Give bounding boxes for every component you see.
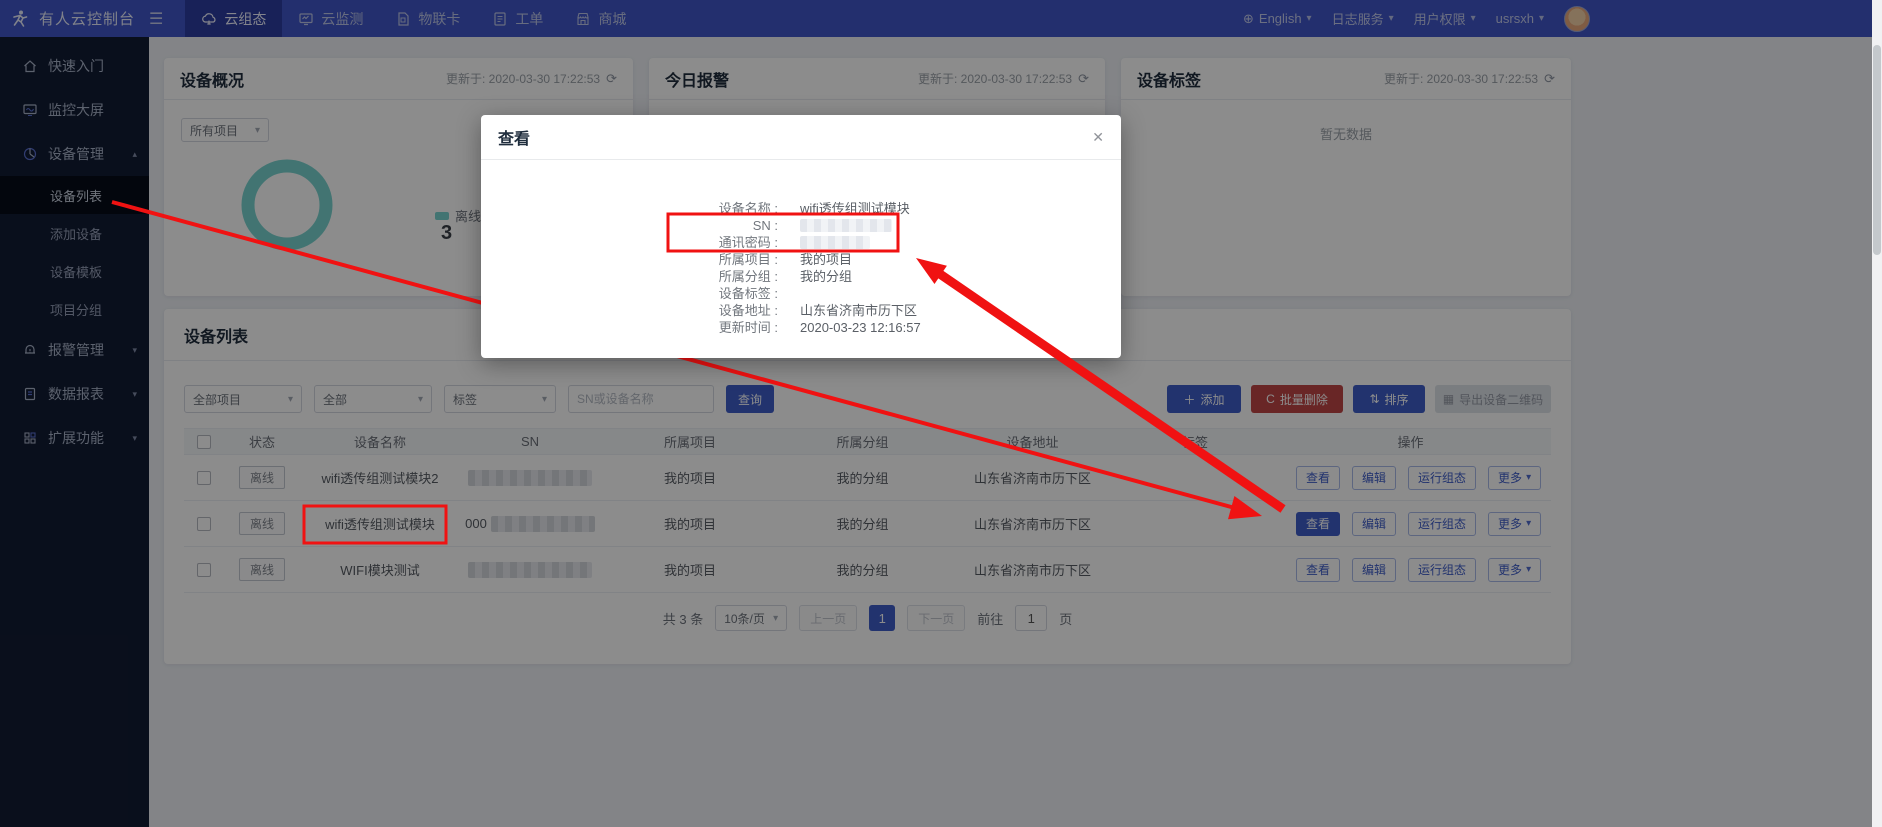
modal-title: 查看: [498, 125, 530, 149]
modal-header: 查看 ✕: [481, 115, 1121, 160]
field-value: 2020-03-23 12:16:57: [778, 319, 921, 336]
field-label: 更新时间 :: [481, 319, 778, 336]
field-row: 设备地址 : 山东省济南市历下区: [481, 302, 1121, 319]
close-icon[interactable]: ✕: [1092, 129, 1104, 146]
field-label: 所属分组 :: [481, 268, 778, 285]
field-value: [778, 285, 800, 302]
field-row: 设备名称 : wifi透传组测试模块: [481, 200, 1121, 217]
field-row: 更新时间 : 2020-03-23 12:16:57: [481, 319, 1121, 336]
field-value: 山东省济南市历下区: [778, 302, 917, 319]
modal-fields: 设备名称 : wifi透传组测试模块 SN : 通讯密码 : 所属项目 : 我的…: [481, 200, 1121, 336]
field-label: 通讯密码 :: [481, 234, 778, 251]
view-device-modal: 查看 ✕ 设备名称 : wifi透传组测试模块 SN : 通讯密码 : 所属项目…: [481, 115, 1121, 358]
scrollbar[interactable]: [1872, 0, 1882, 827]
field-label: 所属项目 :: [481, 251, 778, 268]
field-value-sn-masked: [778, 217, 892, 234]
field-label: 设备地址 :: [481, 302, 778, 319]
field-value: 我的项目: [778, 251, 852, 268]
field-row: SN :: [481, 217, 1121, 234]
field-value: wifi透传组测试模块: [778, 200, 910, 217]
app-window: 有人云控制台 ☰ 云组态 云监测 物联卡 工单 商城: [0, 0, 1882, 827]
field-label: SN :: [481, 217, 778, 234]
field-label: 设备名称 :: [481, 200, 778, 217]
field-label: 设备标签 :: [481, 285, 778, 302]
field-row: 通讯密码 :: [481, 234, 1121, 251]
field-row: 所属分组 : 我的分组: [481, 268, 1121, 285]
field-row: 设备标签 :: [481, 285, 1121, 302]
field-value: 我的分组: [778, 268, 852, 285]
scrollbar-thumb[interactable]: [1873, 45, 1881, 255]
field-row: 所属项目 : 我的项目: [481, 251, 1121, 268]
field-value-password-masked: [778, 234, 870, 251]
